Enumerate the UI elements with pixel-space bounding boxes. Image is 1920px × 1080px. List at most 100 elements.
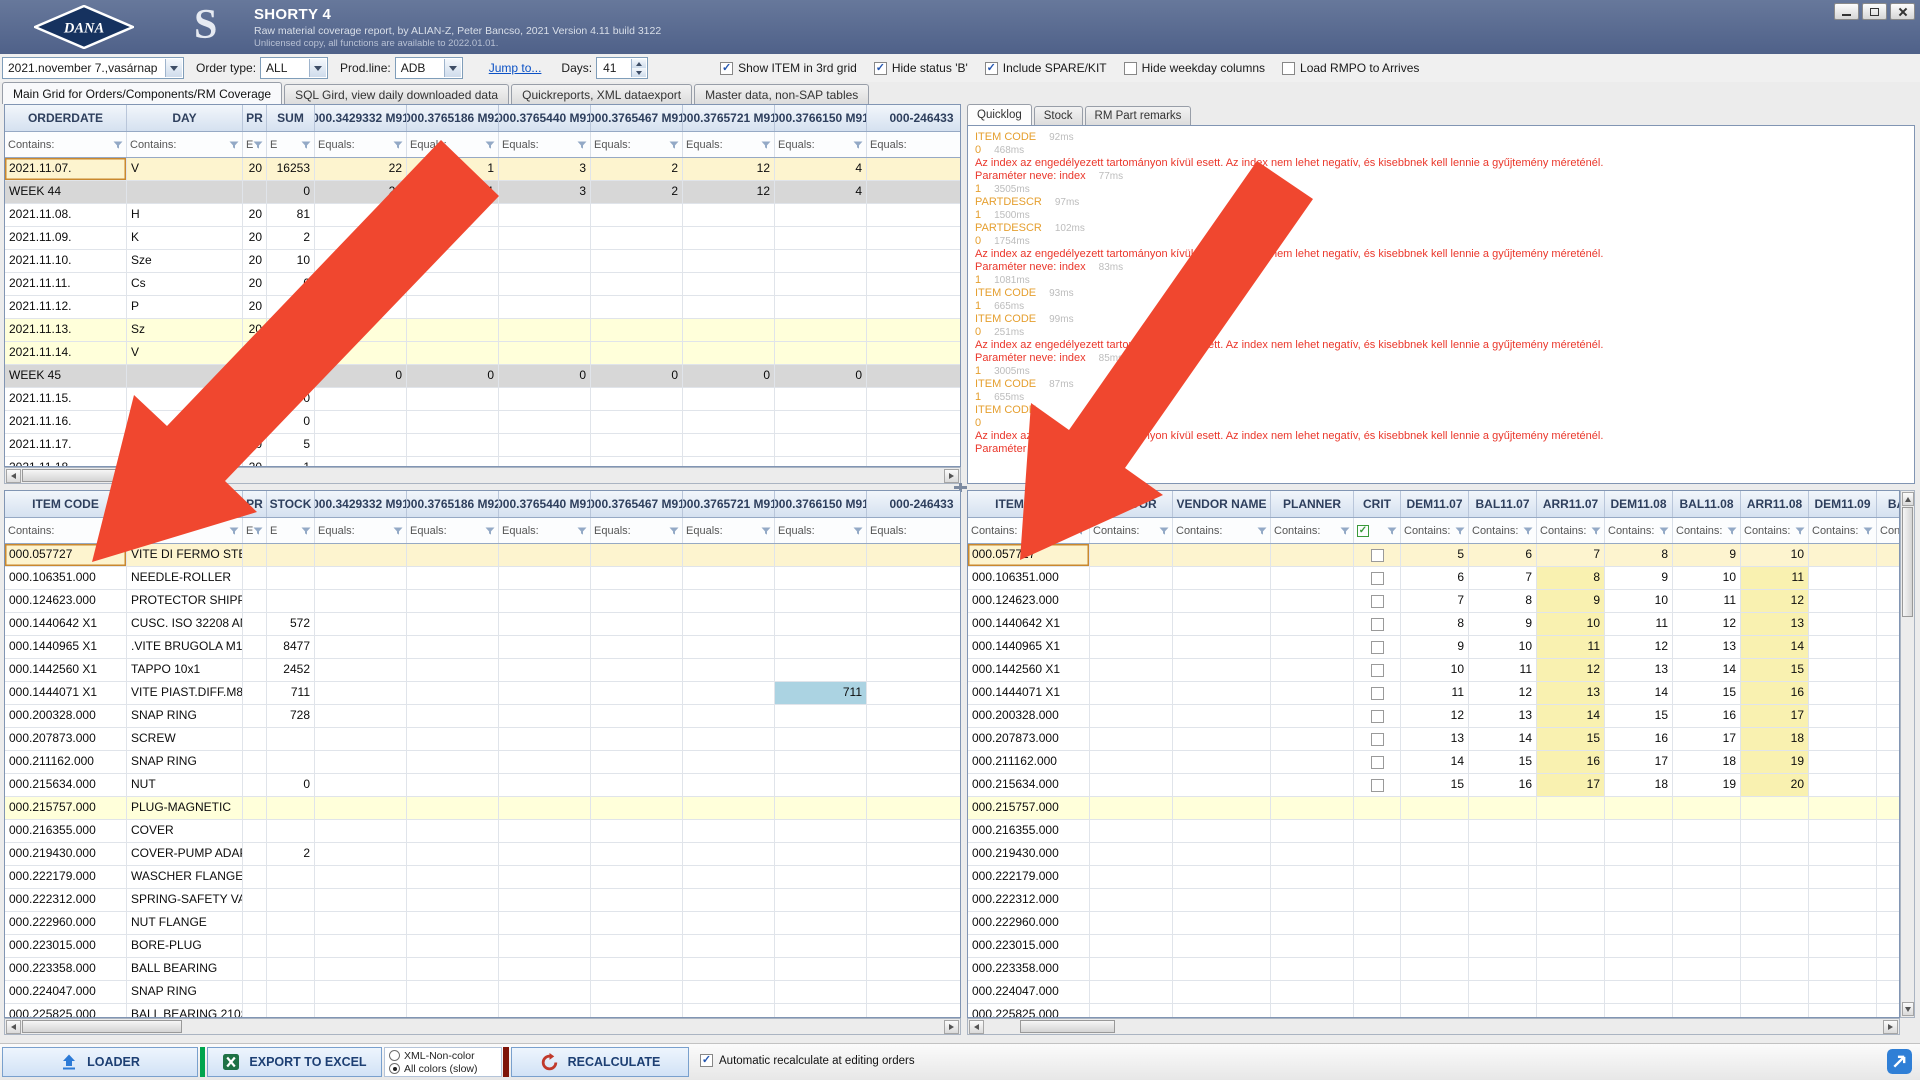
crit-checkbox[interactable] — [1371, 756, 1384, 769]
table-row[interactable]: 2021.11.15.200 — [5, 388, 960, 411]
tab-rm-part-remarks[interactable]: RM Part remarks — [1085, 106, 1192, 125]
filter-cell-pr[interactable]: E — [243, 132, 267, 157]
column-header-item-code[interactable]: ITEM CODE — [968, 491, 1090, 517]
filter-cell-vendor[interactable]: Contains: — [1090, 518, 1173, 543]
column-header-000-3765440-m91[interactable]: 000.3765440 M91 — [499, 491, 591, 517]
crit-checkbox[interactable] — [1371, 618, 1384, 631]
date-select[interactable]: 2021.november 7.,vasárnap — [2, 57, 184, 79]
scroll-left-icon[interactable] — [6, 1020, 21, 1034]
filter-cell-bal11[interactable]: Contains — [1877, 518, 1900, 543]
days-spinner[interactable]: 41 — [596, 57, 648, 79]
table-row[interactable]: 000.1442560 X1101112131415 — [968, 659, 1899, 682]
filter-cell-planner[interactable]: Contains: — [1271, 518, 1354, 543]
filter-cell-000-3429332-m91[interactable]: Equals: — [315, 518, 407, 543]
scroll-left-icon[interactable] — [969, 1020, 984, 1034]
table-row[interactable]: 000.124623.000PROTECTOR SHIPPING — [5, 590, 960, 613]
table-row[interactable]: 000.200328.000121314151617 — [968, 705, 1899, 728]
filter-cell-item-code[interactable]: Contains: — [5, 518, 127, 543]
scroll-thumb[interactable] — [22, 1020, 182, 1033]
column-header-000-3765721-m91[interactable]: 000.3765721 M91 — [683, 105, 775, 131]
filter-cell-bal11-08[interactable]: Contains: — [1673, 518, 1741, 543]
filter-cell-day[interactable]: Contains: — [127, 132, 243, 157]
table-row[interactable]: 000.223358.000BALL BEARING — [5, 958, 960, 981]
table-row[interactable]: 000.211162.000SNAP RING — [5, 751, 960, 774]
column-header-000-3765440-m91[interactable]: 000.3765440 M91 — [499, 105, 591, 131]
table-row[interactable]: 000.1440642 X18910111213 — [968, 613, 1899, 636]
jump-to-link[interactable]: Jump to... — [489, 61, 542, 75]
table-row[interactable]: 2021.11.12.P20151 — [5, 296, 960, 319]
column-header-vendor[interactable]: VENDOR — [1090, 491, 1173, 517]
filter-cell-000-3766150-m91[interactable]: Equals: — [775, 132, 867, 157]
table-row[interactable]: 2021.11.18.201 — [5, 457, 960, 466]
column-header-bal11-08[interactable]: BAL11.08 — [1673, 491, 1741, 517]
scroll-left-icon[interactable] — [6, 469, 21, 483]
table-row[interactable]: 000.225825.000BALL BEARING 210S — [5, 1004, 960, 1017]
table-row[interactable]: 000.1440965 X1.VITE BRUGOLA M10...8477 — [5, 636, 960, 659]
table-row[interactable]: 000.200328.000SNAP RING728 — [5, 705, 960, 728]
crit-checkbox[interactable] — [1371, 687, 1384, 700]
column-header-000-246433[interactable]: 000-246433 — [867, 491, 961, 517]
toolbar-checkbox-hide-status-b[interactable]: ✓Hide status 'B' — [874, 61, 968, 75]
column-header-000-246433[interactable]: 000-246433 — [867, 105, 961, 131]
crit-checkbox[interactable] — [1371, 664, 1384, 677]
column-header-crit[interactable]: CRIT — [1354, 491, 1401, 517]
column-header-item-code[interactable]: ITEM CODE — [5, 491, 127, 517]
quicklog-body[interactable]: ITEM CODE92ms0468msAz index az engedélye… — [967, 125, 1915, 484]
minimize-button[interactable] — [1834, 3, 1859, 20]
tab-stock[interactable]: Stock — [1034, 106, 1083, 125]
table-row[interactable]: 2021.11.09.K202 — [5, 227, 960, 250]
toolbar-checkbox-hide-weekday-columns[interactable]: Hide weekday columns — [1124, 61, 1265, 75]
table-row[interactable]: 000.1440642 X1CUSC. ISO 32208 AN...572 — [5, 613, 960, 636]
table-row[interactable]: 000.216355.000COVER — [5, 820, 960, 843]
crit-checkbox[interactable] — [1371, 572, 1384, 585]
column-header-partdescr[interactable]: PARTDESCR — [127, 491, 243, 517]
filter-cell-000-3765186-m92[interactable]: Equals: — [407, 518, 499, 543]
filter-cell-000-3765186-m92[interactable]: Equals: — [407, 132, 499, 157]
filter-cell-arr11-07[interactable]: Contains: — [1537, 518, 1605, 543]
loader-button[interactable]: LOADER — [2, 1047, 198, 1077]
filter-cell-crit[interactable]: ✓ — [1354, 518, 1401, 543]
filter-cell-000-3765440-m91[interactable]: Equals: — [499, 518, 591, 543]
table-row[interactable]: WEEK 44022132124 — [5, 181, 960, 204]
tab-master-data-non-sap-tables[interactable]: Master data, non-SAP tables — [694, 84, 869, 104]
table-row[interactable]: 000.215757.000 — [968, 797, 1899, 820]
filter-cell-000-3765721-m91[interactable]: Equals: — [683, 132, 775, 157]
spin-down-icon[interactable] — [631, 68, 646, 77]
crit-checkbox[interactable] — [1371, 641, 1384, 654]
column-header-000-3429332-m91[interactable]: 000.3429332 M91 — [315, 105, 407, 131]
crit-checkbox[interactable] — [1371, 595, 1384, 608]
table-row[interactable]: 000.222960.000 — [968, 912, 1899, 935]
table-row[interactable]: 000.215634.000151617181920 — [968, 774, 1899, 797]
coverage-hscrollbar[interactable] — [967, 1018, 1900, 1035]
scroll-thumb[interactable] — [22, 469, 182, 482]
table-row[interactable]: 000.1444071 X1111213141516 — [968, 682, 1899, 705]
recalculate-button[interactable]: RECALCULATE — [511, 1047, 689, 1077]
table-row[interactable]: 000.222312.000SPRING-SAFETY VAL... — [5, 889, 960, 912]
filter-cell-dem11-09[interactable]: Contains: — [1809, 518, 1877, 543]
column-header-000-3765467-m91[interactable]: 000.3765467 M91 — [591, 491, 683, 517]
filter-cell-000-3765467-m91[interactable]: Equals: — [591, 132, 683, 157]
filter-cell-vendor-name[interactable]: Contains: — [1173, 518, 1271, 543]
filter-cell-stock[interactable]: E — [267, 518, 315, 543]
table-row[interactable]: 2021.11.07.V201625322132124 — [5, 158, 960, 181]
table-row[interactable]: 000.1442560 X1TAPPO 10x12452 — [5, 659, 960, 682]
components-hscrollbar[interactable] — [4, 1018, 961, 1035]
column-header-pr[interactable]: PR — [243, 491, 267, 517]
column-header-bal11-07[interactable]: BAL11.07 — [1469, 491, 1537, 517]
column-header-000-3429332-m91[interactable]: 000.3429332 M91 — [315, 491, 407, 517]
column-header-dem11-08[interactable]: DEM11.08 — [1605, 491, 1673, 517]
crit-checkbox[interactable] — [1371, 710, 1384, 723]
table-row[interactable]: 000.215757.000PLUG-MAGNETIC — [5, 797, 960, 820]
crit-filter-checkbox[interactable]: ✓ — [1357, 525, 1369, 537]
table-row[interactable]: 000.223358.000 — [968, 958, 1899, 981]
filter-cell-000-3765721-m91[interactable]: Equals: — [683, 518, 775, 543]
order-type-select[interactable]: ALL — [260, 57, 328, 79]
table-row[interactable]: 2021.11.11.Cs200 — [5, 273, 960, 296]
crit-checkbox[interactable] — [1371, 779, 1384, 792]
coverage-vscrollbar[interactable] — [1900, 490, 1915, 1018]
column-header-orderdate[interactable]: ORDERDATE — [5, 105, 127, 131]
close-button[interactable] — [1890, 3, 1915, 20]
filter-cell-000-3766150-m91[interactable]: Equals: — [775, 518, 867, 543]
table-row[interactable]: 000.124623.000789101112 — [968, 590, 1899, 613]
scroll-thumb[interactable] — [1020, 1020, 1115, 1033]
